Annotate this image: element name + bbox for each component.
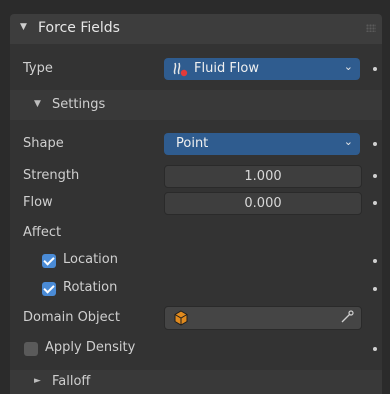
affect-label: Affect — [23, 225, 62, 240]
settings-subpanel-header[interactable]: ▼ Settings — [10, 90, 382, 120]
apply-density-label[interactable]: Apply Density — [45, 340, 135, 355]
object-cube-icon — [174, 310, 188, 326]
keyframe-dot-icon[interactable] — [373, 67, 377, 71]
rotation-label[interactable]: Rotation — [63, 280, 117, 295]
location-checkbox[interactable] — [42, 254, 56, 268]
chevron-down-icon: ⌄ — [343, 135, 353, 148]
keyframe-dot-icon[interactable] — [373, 201, 377, 205]
keyframe-dot-icon[interactable] — [373, 174, 377, 178]
type-label: Type — [23, 61, 53, 76]
falloff-subpanel-header[interactable]: ► Falloff — [10, 370, 382, 394]
flow-label: Flow — [23, 195, 53, 210]
strength-field[interactable]: 1.000 — [164, 165, 362, 188]
falloff-title: Falloff — [52, 374, 91, 389]
flow-field[interactable]: 0.000 — [164, 192, 362, 215]
domain-object-label: Domain Object — [23, 310, 120, 325]
collapse-triangle-icon[interactable]: ▼ — [34, 99, 41, 109]
keyframe-dot-icon[interactable] — [373, 287, 377, 291]
settings-title: Settings — [52, 97, 106, 112]
type-select[interactable]: Fluid Flow ⌄ — [164, 58, 360, 80]
expand-triangle-icon[interactable]: ► — [34, 376, 41, 386]
strength-label: Strength — [23, 168, 80, 183]
keyframe-dot-icon[interactable] — [373, 142, 377, 146]
force-fields-panel-header[interactable]: ▼ Force Fields — [10, 14, 382, 44]
apply-density-checkbox[interactable] — [24, 342, 38, 356]
keyframe-dot-icon[interactable] — [373, 347, 377, 351]
location-label[interactable]: Location — [63, 252, 118, 267]
chevron-down-icon: ⌄ — [343, 60, 353, 73]
collapse-triangle-icon[interactable]: ▼ — [20, 22, 27, 32]
panel-title: Force Fields — [38, 20, 120, 36]
drag-grip-icon[interactable] — [366, 24, 376, 32]
rotation-checkbox[interactable] — [42, 282, 56, 296]
keyframe-dot-icon[interactable] — [373, 259, 377, 263]
shape-select[interactable]: Point ⌄ — [164, 133, 360, 155]
shape-value: Point — [176, 136, 209, 151]
type-value: Fluid Flow — [194, 61, 259, 76]
eyedropper-icon[interactable] — [340, 310, 354, 324]
shape-label: Shape — [23, 136, 64, 151]
fluid-flow-icon — [173, 62, 188, 77]
domain-object-field[interactable] — [164, 306, 362, 330]
